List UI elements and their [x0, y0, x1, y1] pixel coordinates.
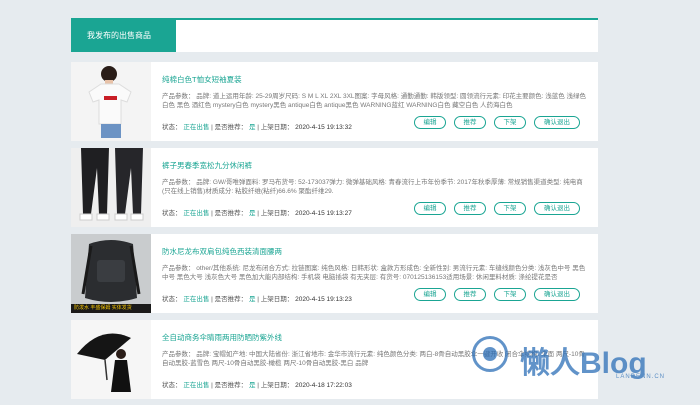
watermark-domain: LANRENN.CN: [616, 374, 666, 380]
item-title[interactable]: 全自动商务伞睛雨两用防晒防紫外线: [162, 332, 282, 343]
recommend-label: 是否推荐：: [214, 382, 248, 389]
separator: |: [211, 382, 213, 389]
date-label: 上架日期：: [260, 210, 294, 217]
offshelf-button[interactable]: 下架: [494, 202, 526, 215]
date-label: 上架日期：: [260, 124, 294, 131]
date-value: 2020-4-15 19:13:32: [295, 124, 352, 131]
recommend-label: 是否推荐：: [214, 296, 248, 303]
edit-button[interactable]: 编辑: [414, 116, 446, 129]
item-actions: 编辑 推荐 下架 确认退出: [414, 116, 580, 129]
confirm-exit-button[interactable]: 确认退出: [534, 116, 580, 129]
item-meta: 状态： 正在出售 | 是否推荐： 是 | 上架日期： 2020-4-18 17:…: [162, 379, 352, 389]
item-params: 产品参数： other/其他系统: 尼龙布闭合方式: 拉链图案: 纯色风格: 日…: [162, 265, 586, 281]
recommend-label: 是否推荐：: [214, 124, 248, 131]
list-item: 裤子男春季宽松九分休闲裤 产品参数： 品牌: GW/哥唯弹面料: 罗马布货号: …: [71, 148, 598, 227]
item-params: 产品参数： 品牌: GW/哥唯弹面料: 罗马布货号: 52-173037弹力: …: [162, 179, 583, 195]
status-label: 状态：: [162, 382, 182, 389]
product-image[interactable]: [71, 148, 151, 227]
status-label: 状态：: [162, 296, 182, 303]
date-value: 2020-4-15 19:13:27: [295, 210, 352, 217]
recommend-button[interactable]: 推荐: [454, 288, 486, 301]
item-meta: 状态： 正在出售 | 是否推荐： 是 | 上架日期： 2020-4-15 19:…: [162, 207, 352, 217]
date-value: 2020-4-18 17:22:03: [295, 382, 352, 389]
separator: |: [211, 124, 213, 131]
status-value: 正在出售: [183, 124, 210, 131]
promo-strip: 防泼水 丰盛保姆 实体发货: [71, 304, 151, 313]
status-label: 状态：: [162, 124, 182, 131]
brand-logo-icon: [472, 336, 508, 372]
tab-panel: 我发布的出售商品: [71, 18, 598, 52]
recommend-button[interactable]: 推荐: [454, 202, 486, 215]
list-item: 防泼水 丰盛保姆 实体发货 防水尼龙布双肩包纯色西装清面腰两 产品参数： oth…: [71, 234, 598, 313]
item-actions: 编辑 推荐 下架 确认退出: [414, 202, 580, 215]
offshelf-button[interactable]: 下架: [494, 288, 526, 301]
status-label: 状态：: [162, 210, 182, 217]
status-value: 正在出售: [183, 296, 210, 303]
date-label: 上架日期：: [260, 296, 294, 303]
separator: |: [257, 382, 259, 389]
separator: |: [257, 210, 259, 217]
edit-button[interactable]: 编辑: [414, 202, 446, 215]
item-actions: 编辑 推荐 下架 确认退出: [414, 288, 580, 301]
tab-my-selling-items[interactable]: 我发布的出售商品: [71, 20, 176, 52]
offshelf-button[interactable]: 下架: [494, 116, 526, 129]
confirm-exit-button[interactable]: 确认退出: [534, 288, 580, 301]
product-image[interactable]: [71, 62, 151, 141]
item-meta: 状态： 正在出售 | 是否推荐： 是 | 上架日期： 2020-4-15 19:…: [162, 293, 352, 303]
recommend-value: 是: [248, 382, 256, 389]
confirm-exit-button[interactable]: 确认退出: [534, 202, 580, 215]
tab-bar: 我发布的出售商品: [71, 18, 598, 52]
status-value: 正在出售: [183, 210, 210, 217]
item-title[interactable]: 防水尼龙布双肩包纯色西装清面腰两: [162, 246, 282, 257]
recommend-button[interactable]: 推荐: [454, 116, 486, 129]
separator: |: [211, 210, 213, 217]
recommend-label: 是否推荐：: [214, 210, 248, 217]
date-label: 上架日期：: [260, 382, 294, 389]
watermark: 懒人Blog LANRENN.CN: [466, 330, 696, 390]
status-value: 正在出售: [183, 382, 210, 389]
product-image[interactable]: 防泼水 丰盛保姆 实体发货: [71, 234, 151, 313]
item-params: 产品参数： 品牌: 道上运用年龄: 25-29周岁尺码: S M L XL 2X…: [162, 93, 586, 109]
recommend-value: 是: [248, 296, 256, 303]
recommend-value: 是: [248, 124, 256, 131]
product-image[interactable]: [71, 320, 151, 399]
item-meta: 状态： 正在出售 | 是否推荐： 是 | 上架日期： 2020-4-15 19:…: [162, 121, 352, 131]
edit-button[interactable]: 编辑: [414, 288, 446, 301]
separator: |: [211, 296, 213, 303]
list-item: 纯棉白色T恤女短袖夏装 产品参数： 品牌: 道上运用年龄: 25-29周岁尺码:…: [71, 62, 598, 141]
date-value: 2020-4-15 19:13:23: [295, 296, 352, 303]
item-title[interactable]: 纯棉白色T恤女短袖夏装: [162, 74, 242, 85]
separator: |: [257, 296, 259, 303]
separator: |: [257, 124, 259, 131]
recommend-value: 是: [248, 210, 256, 217]
item-title[interactable]: 裤子男春季宽松九分休闲裤: [162, 160, 252, 171]
